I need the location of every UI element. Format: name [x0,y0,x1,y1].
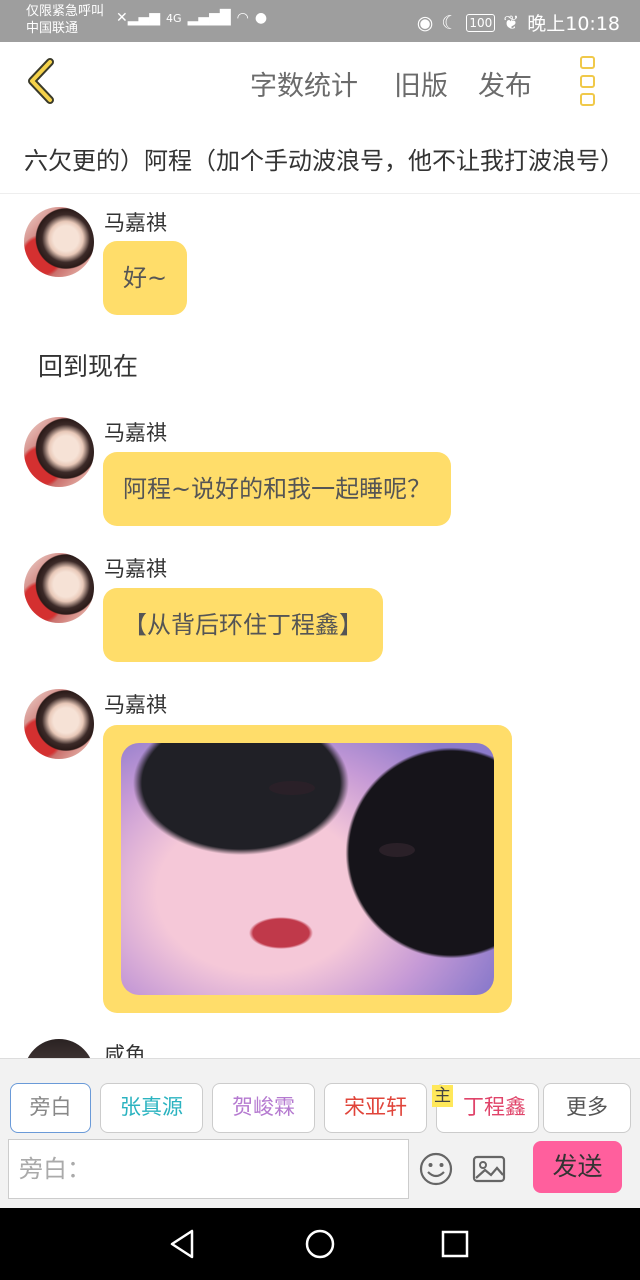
message-input[interactable]: 旁白： [8,1139,409,1199]
chat-list: 马嘉祺 好~ 回到现在 马嘉祺 阿程~说好的和我一起睡呢？ 马嘉祺 【从背后环住… [0,195,640,1058]
story-title: 六欠更的）阿程（加个手动波浪号，他不让我打波浪号） [0,122,640,194]
nav-back-button[interactable] [166,1226,202,1262]
status-bar: 仅限紧急呼叫 中国联通 ✕▂▄▆ 4G ▂▄▆█ ◠ ● ◉ ☾ 100 ❦ 晚… [0,0,640,42]
nav-recents-button[interactable] [437,1226,473,1262]
qq-icon: ● [254,10,268,26]
message-bubble[interactable]: 【从背后环住丁程鑫】 [103,588,383,662]
moon-icon: ☾ [441,11,459,34]
word-count-button[interactable]: 字数统计 [250,64,358,103]
signal-indicators: ✕▂▄▆ 4G ▂▄▆█ ◠ ● [116,10,267,26]
no-sim-icon: ✕▂▄▆ [116,10,161,26]
image-bubble[interactable] [103,725,512,1013]
emoji-icon [419,1152,453,1186]
carrier-info: 仅限紧急呼叫 中国联通 [26,3,104,37]
status-right: ◉ ☾ 100 ❦ 晚上10:18 [417,9,620,36]
back-button[interactable] [22,56,66,106]
publish-button[interactable]: 发布 [478,64,532,103]
square-recents-icon [441,1230,469,1258]
sender-name: 马嘉祺 [104,211,167,235]
more-roles-button[interactable]: 更多 [543,1083,631,1133]
image-icon [472,1155,506,1183]
eye-icon: ◉ [416,11,434,34]
message-bubble[interactable]: 阿程~说好的和我一起睡呢？ [103,452,452,526]
sender-name: 马嘉祺 [104,557,167,581]
clock: 晚上10:18 [527,13,620,35]
app-screen: 仅限紧急呼叫 中国联通 ✕▂▄▆ 4G ▂▄▆█ ◠ ● ◉ ☾ 100 ❦ 晚… [0,0,640,1280]
menu-dot-icon [580,93,595,106]
battery-icon: 100 [466,13,496,32]
carrier-line-2: 中国联通 [26,21,79,36]
triangle-back-icon [170,1229,194,1259]
photo-detail [269,781,315,795]
avatar[interactable] [24,553,94,623]
main-role-badge: 主 [432,1085,453,1107]
sender-name: 马嘉祺 [104,421,167,445]
avatar[interactable] [24,1039,94,1058]
message-bubble[interactable]: 好~ [103,241,188,315]
role-narrator[interactable]: 旁白 [10,1083,91,1133]
header: 字数统计 旧版 发布 [0,42,640,122]
avatar[interactable] [24,417,94,487]
role-zhang-zhenyuan[interactable]: 张真源 [100,1083,203,1133]
wifi-icon: ◠ [236,10,249,26]
image-button[interactable] [471,1151,507,1187]
avatar[interactable] [24,207,94,277]
emoji-button[interactable] [418,1151,454,1187]
more-menu-button[interactable] [580,56,598,106]
circle-home-icon [305,1229,335,1259]
story-title-text: 六欠更的）阿程（加个手动波浪号，他不让我打波浪号） [24,147,624,175]
compose-area: 旁白 张真源 贺峻霖 宋亚轩 丁程鑫 主 更多 旁白： 发送 [0,1058,640,1208]
sender-name: 马嘉祺 [104,693,167,717]
network-type: 4G [166,11,182,25]
sender-name: 咸鱼 [104,1043,146,1058]
narration-text[interactable]: 回到现在 [38,347,138,383]
menu-dot-icon [580,74,595,88]
signal-icon: ▂▄▆█ [187,10,231,26]
role-song-yaxuan[interactable]: 宋亚轩 [324,1083,427,1133]
send-button[interactable]: 发送 [533,1141,622,1193]
carrier-line-1: 仅限紧急呼叫 [26,4,105,19]
photo-detail [379,843,415,857]
nav-home-button[interactable] [302,1226,338,1262]
system-nav-bar [0,1208,640,1280]
old-version-button[interactable]: 旧版 [394,64,448,103]
message-photo[interactable] [121,743,494,995]
avatar[interactable] [24,689,94,759]
leaf-icon: ❦ [503,11,520,34]
menu-dot-icon [580,56,595,69]
role-he-junlin[interactable]: 贺峻霖 [212,1083,315,1133]
chevron-left-icon [28,58,54,104]
